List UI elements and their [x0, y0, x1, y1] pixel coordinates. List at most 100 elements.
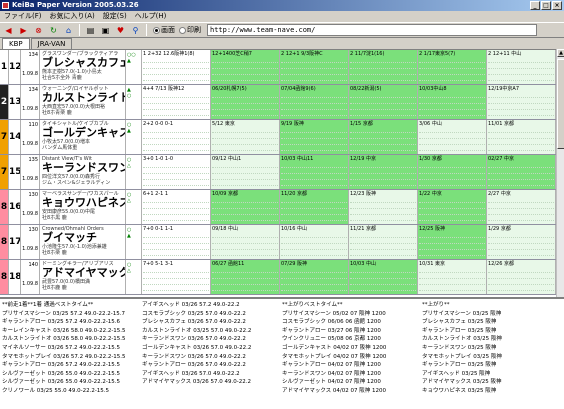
past-race-cell: 10/31 東京 — [418, 260, 487, 294]
best-time-value: 1.09.8 — [22, 141, 38, 147]
favorite-icon[interactable]: ♥ — [114, 24, 127, 37]
horse-name[interactable]: ゴールデンキャスト — [42, 127, 125, 139]
bottom-row: アドマイヤマックス 04/02 07 阪神 1200 — [282, 387, 387, 394]
print-icon[interactable]: ▤ — [84, 24, 97, 37]
bottom-row: ブレシャスカフェ 03/26 57.0 49.0-22.2 — [142, 319, 246, 326]
waku-number: 7 — [0, 120, 9, 154]
bottom-row: コスモラブシック 06/06 06 函館 1200 — [282, 319, 381, 326]
best-time-value: 1.09.8 — [22, 211, 38, 217]
past-race-cell: 07/29 阪神 — [280, 260, 349, 294]
radio-screen[interactable]: 画面 — [153, 25, 175, 35]
horse-name[interactable]: ブレシャスカフェ — [42, 57, 125, 69]
horse-sub-text: 社合5ホ全外 青鹿 — [42, 75, 82, 81]
stop-icon[interactable]: ⊗ — [32, 24, 45, 37]
bottom-row: シルヴァーゼット 04/02 07 阪神 1200 — [282, 379, 381, 386]
past-race-cell: 07/04函館9(6) — [280, 85, 349, 119]
menu-file[interactable]: ファイル(F) — [4, 11, 42, 22]
bottom-row: アイギスヘッド 03/26 57.0 49.0-22.2 — [142, 370, 240, 377]
horse-info[interactable]: タイキシャトル/ケイブカブルゴールデンキャスト小牧太57.0(0.0)増本バンダ… — [40, 120, 126, 154]
waku-number: 1 — [0, 50, 9, 84]
past-race-cell: 10/03中山8 — [418, 85, 487, 119]
horse-sub-text: 社8ホ鹿 鹿 — [42, 285, 67, 291]
odds-value: 135 — [28, 157, 38, 163]
past-race-cell: 7+0 5-1 3-1 — [142, 260, 211, 294]
maximize-icon[interactable]: □ — [541, 1, 551, 10]
past-race-cell: 2+2 0-0 0-1 — [142, 120, 211, 154]
toolbar-separator — [79, 24, 80, 36]
url-input[interactable]: http://www.team-nave.com/ — [207, 24, 537, 36]
prediction-marks: ○ △ — [126, 260, 142, 294]
toolbar-separator — [146, 24, 147, 36]
bottom-row: タマモホットプレイ 03/26 57.2 49.0-22.2-15.5 — [2, 353, 126, 360]
radio-dot-icon — [179, 26, 186, 34]
odds-value: 134 — [28, 52, 38, 58]
past-race-cell: 06/20札幌7(5) — [211, 85, 280, 119]
horse-info[interactable]: ドーミングキラー/アリブアリスアドマイヤマックス武豊57.0(0.0)橋田満社8… — [40, 260, 126, 294]
bottom-row: マイネルソーサー 03/26 57.2 49.0-22.2-15.5 — [2, 344, 120, 351]
horse-number: 17 — [9, 225, 21, 259]
horse-row[interactable]: 818 140 1.09.8ドーミングキラー/アリブアリスアドマイヤマックス武豊57… — [0, 260, 556, 295]
minimize-icon[interactable]: _ — [530, 1, 540, 10]
odds-cell: 130 1.09.8 — [21, 225, 40, 259]
horse-info[interactable]: グラスワンダー/ブラックティアラ ブレシャスカフェ 熊本正樹57.0(-1.0)小島… — [40, 50, 126, 84]
horse-row[interactable]: 1 12 134 1.09.8 グラスワンダー/ブラックティアラ ブレシャスカフェ 熊本正樹… — [0, 50, 556, 85]
horse-name[interactable]: カルストンライトオ — [42, 92, 125, 104]
horse-name[interactable]: キーランドスワン — [42, 162, 125, 174]
forward-icon[interactable]: ▶ — [17, 24, 30, 37]
bottom-row: ギャラントアロー 03/26 57.0 49.0-22.2 — [142, 362, 246, 369]
horse-name[interactable]: ブイマッチ — [42, 232, 123, 244]
horse-number: 14 — [9, 120, 21, 154]
scroll-thumb[interactable] — [557, 59, 564, 149]
horse-row[interactable]: 8 16 130 1.09.8 マーベラスサンデー/ワカスパール キョウワハピネス 安田康彦… — [0, 190, 556, 225]
refresh-icon[interactable]: ↻ — [47, 24, 60, 37]
close-icon[interactable]: × — [552, 1, 562, 10]
waku-number: 8 — [0, 190, 9, 224]
past-race-cell: 10/03 中山 — [349, 260, 418, 294]
best-time-value: 1.09.8 — [22, 71, 38, 77]
horse-info[interactable]: Distant View/T's Wit キーランドスワン 四位洋文57.0(0.0… — [40, 155, 126, 189]
bottom-row: アイギスヘッド 03/26 57.2 49.0-22.2 — [142, 302, 240, 308]
horse-number: 13 — [9, 85, 21, 119]
past-race-cell: 2/27 中京 — [487, 190, 556, 224]
home-icon[interactable]: ⌂ — [62, 24, 75, 37]
horse-info[interactable]: マーベラスサンデー/ワカスパール キョウワハピネス 安田康彦55.0(0.0)中尾社… — [40, 190, 126, 224]
best-time-value: 1.09.8 — [22, 106, 38, 112]
menu-favorites[interactable]: お気に入り(A) — [50, 11, 95, 22]
tab-strip: KBP JRA-VAN — [0, 38, 564, 49]
radio-print[interactable]: 印刷 — [179, 25, 201, 35]
horse-name[interactable]: アドマイヤマックス — [42, 267, 125, 279]
bottom-row: タマモホットプレイ 03/25 阪神 — [422, 353, 502, 360]
tab-jra-van[interactable]: JRA-VAN — [30, 38, 73, 49]
scroll-up-icon[interactable]: ▲ — [557, 49, 564, 57]
past-race-cell: 5/12 東京 — [211, 120, 280, 154]
past-race-cell: 1/29 京都 — [487, 225, 556, 259]
tab-kbp[interactable]: KBP — [2, 38, 30, 49]
search-icon[interactable]: ⚲ — [129, 24, 142, 37]
horse-row[interactable]: 714 110 1.09.8タイキシャトル/ケイブカブルゴールデンキャスト小牧太57… — [0, 120, 556, 155]
past-race-cell: 11/21 京都 — [349, 225, 418, 259]
past-race-cell: 10/16 中山 — [280, 225, 349, 259]
waku-number: 8 — [0, 260, 9, 294]
back-icon[interactable]: ◀ — [2, 24, 15, 37]
prediction-marks: ○ △ — [126, 155, 142, 189]
save-icon[interactable]: ▣ — [99, 24, 112, 37]
past-race-cell: 12/26 京都 — [487, 260, 556, 294]
bottom-row: クリノワール 03/25 55.0 49.0-22.2-15.5 — [2, 387, 110, 394]
bottom-row: ブレシャスカフェ 03/25 阪神 — [422, 319, 497, 326]
prediction-marks: ▲ ○ — [126, 85, 142, 119]
horse-row[interactable]: 7 15 135 1.09.8 Distant View/T's Wit キーランドスワン… — [0, 155, 556, 190]
horse-row[interactable]: 213 134 1.09.8ウォーニング/ロイヤルポットカルストンライトオ大西直宏5… — [0, 85, 556, 120]
past-race-cell: 1/30 京都 — [418, 155, 487, 189]
bottom-row: カルストンライトオ 03/25 57.0 49.0-22.2 — [142, 327, 252, 334]
odds-value: 110 — [28, 122, 38, 128]
past-race-cell: 7+0 0-1 1-1 — [142, 225, 211, 259]
window-title: KeiBa Paper Version 2005.03.26 — [12, 1, 139, 9]
menu-settings[interactable]: 設定(S) — [103, 11, 127, 22]
horse-info[interactable]: ウォーニング/ロイヤルポットカルストンライトオ大西直宏57.0(0.0)大根田裕… — [40, 85, 126, 119]
bottom-row: キーランドスワン 03/26 57.0 49.0-22.2 — [142, 353, 246, 360]
menu-help[interactable]: ヘルプ(H) — [135, 11, 167, 22]
horse-name[interactable]: キョウワハピネス — [42, 197, 125, 209]
horse-info[interactable]: Crowned/Ohmahl Orders ブイマッチ 小池隆生57.0(-1.0)… — [40, 225, 126, 259]
horse-row[interactable]: 8 17 130 1.09.8 Crowned/Ohmahl Orders ブイマッチ 小池… — [0, 225, 556, 260]
vertical-scrollbar[interactable]: ▲ — [556, 49, 564, 297]
